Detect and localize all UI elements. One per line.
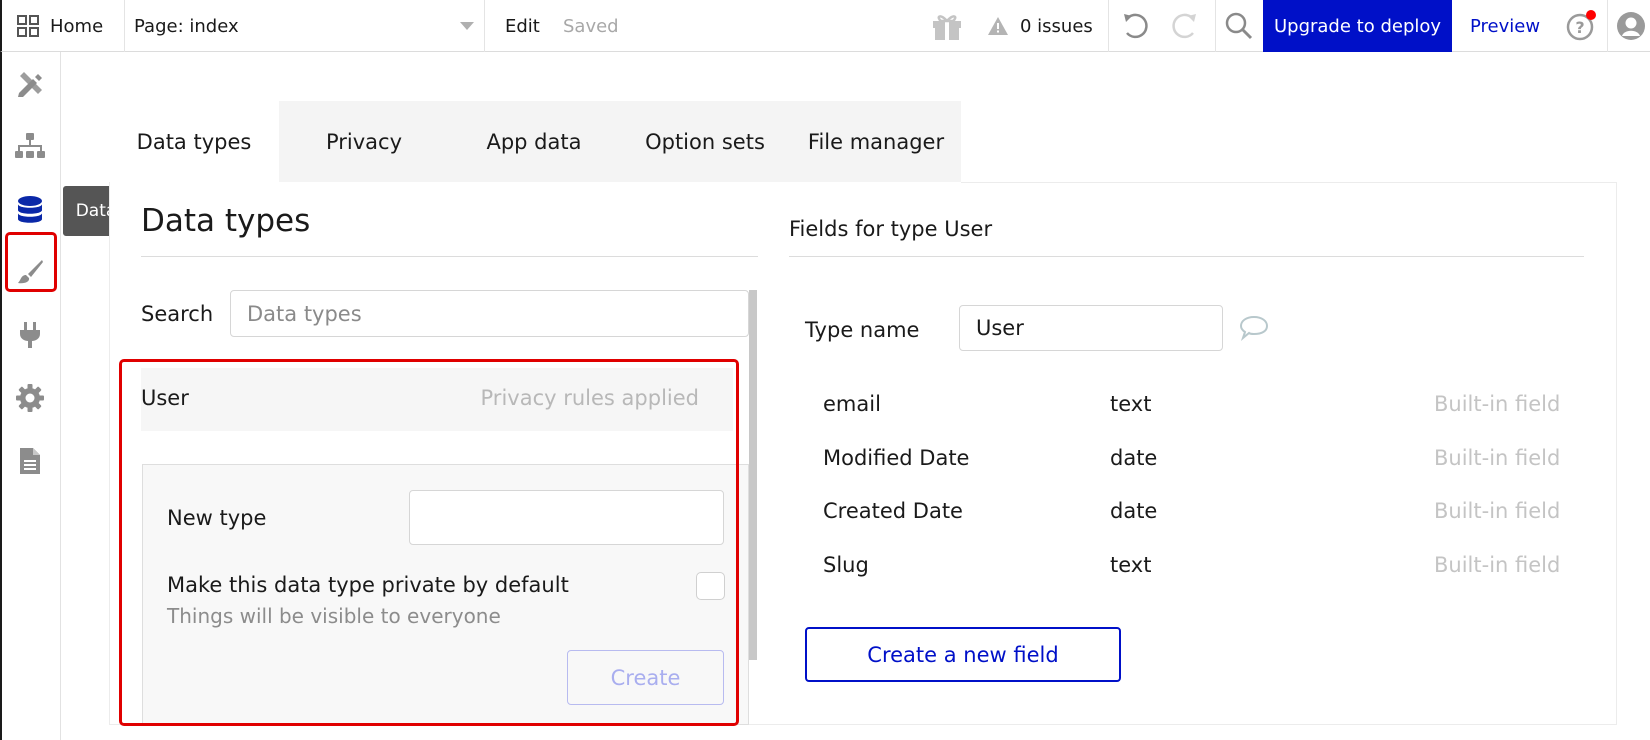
help-icon: ?	[1566, 10, 1596, 41]
home-button[interactable]: Home	[16, 0, 103, 52]
type-name-label: Type name	[805, 318, 920, 342]
rail-item-workflow[interactable]	[14, 130, 46, 162]
field-type: text	[1110, 392, 1152, 416]
new-type-label: New type	[167, 506, 267, 530]
field-type: date	[1110, 446, 1158, 470]
field-row[interactable]: Created Date date Built-in field	[823, 499, 1583, 539]
sitemap-icon	[15, 133, 45, 158]
redo-button[interactable]	[1171, 0, 1199, 52]
undo-icon	[1124, 13, 1148, 39]
field-row[interactable]: Modified Date date Built-in field	[823, 446, 1583, 486]
search-icon	[1225, 12, 1253, 40]
field-kind: Built-in field	[1434, 553, 1561, 577]
account-button[interactable]	[1616, 0, 1646, 52]
database-icon	[18, 196, 42, 223]
avatar-icon	[1617, 12, 1645, 40]
saved-label: Saved	[563, 15, 619, 37]
rail-item-plugins[interactable]	[14, 319, 46, 351]
preview-button[interactable]: Preview	[1470, 0, 1540, 52]
gift-button[interactable]	[930, 0, 964, 52]
home-label: Home	[50, 15, 104, 37]
private-default-hint: Things will be visible to everyone	[167, 604, 501, 628]
gear-icon	[16, 384, 44, 412]
tab-app-data[interactable]: App data	[449, 101, 619, 182]
tab-file-manager[interactable]: File manager	[791, 101, 961, 182]
field-type: date	[1110, 499, 1158, 523]
field-row[interactable]: email text Built-in field	[823, 392, 1583, 432]
field-kind: Built-in field	[1434, 446, 1561, 470]
search-button[interactable]	[1224, 0, 1254, 52]
rail-item-styles[interactable]	[14, 256, 46, 288]
panel-border	[961, 182, 1617, 183]
upgrade-label: Upgrade to deploy	[1273, 15, 1442, 37]
preview-label: Preview	[1470, 15, 1541, 37]
edit-label: Edit	[505, 15, 540, 37]
private-default-checkbox[interactable]	[696, 572, 725, 600]
dropdown-arrow-icon	[460, 22, 474, 30]
field-name: email	[823, 392, 881, 416]
top-bar: Home Page: index Edit Saved 0 issues Upg…	[0, 0, 1650, 52]
field-name: Modified Date	[823, 446, 970, 470]
new-type-input[interactable]	[409, 490, 724, 545]
tab-option-sets[interactable]: Option sets	[619, 101, 791, 182]
field-name: Slug	[823, 553, 869, 577]
warning-icon	[988, 17, 1008, 35]
help-button[interactable]: ?	[1565, 0, 1599, 52]
fields-title: Fields for type User	[789, 217, 993, 241]
field-name: Created Date	[823, 499, 963, 523]
rail-item-settings[interactable]	[14, 382, 46, 414]
edit-menu[interactable]: Edit	[505, 0, 540, 52]
data-types-title: Data types	[141, 203, 311, 239]
tab-privacy[interactable]: Privacy	[279, 101, 449, 182]
plug-icon	[20, 322, 40, 348]
paintbrush-icon	[18, 260, 43, 284]
svg-text:?: ?	[1575, 18, 1584, 37]
search-label: Search	[141, 302, 214, 326]
gift-icon	[933, 15, 961, 40]
issues-label: 0 issues	[1020, 15, 1093, 37]
divider	[141, 256, 758, 257]
document-icon	[20, 448, 40, 474]
notification-dot	[1586, 10, 1596, 20]
divider	[789, 256, 1584, 257]
field-kind: Built-in field	[1434, 499, 1561, 523]
create-type-button[interactable]: Create	[567, 650, 724, 705]
tab-data-types[interactable]: Data types	[109, 101, 279, 182]
data-type-name: User	[141, 386, 189, 410]
left-sidebar	[0, 52, 61, 740]
tab-bar: Data types Privacy App data Option sets …	[109, 101, 961, 182]
rail-item-design[interactable]	[14, 68, 46, 100]
comment-icon[interactable]	[1238, 314, 1270, 342]
rail-item-logs[interactable]	[14, 445, 46, 477]
redo-icon	[1172, 13, 1196, 39]
field-row[interactable]: Slug text Built-in field	[823, 553, 1583, 593]
field-type: text	[1110, 553, 1152, 577]
undo-button[interactable]	[1121, 0, 1149, 52]
private-default-label: Make this data type private by default	[167, 573, 569, 597]
design-tools-icon	[18, 72, 42, 97]
upgrade-to-deploy-button[interactable]: Upgrade to deploy	[1263, 0, 1452, 52]
grid-icon	[17, 15, 39, 37]
search-input[interactable]	[230, 290, 749, 337]
page-selector[interactable]: Page: index	[134, 0, 474, 52]
saved-status: Saved	[563, 0, 619, 52]
privacy-status: Privacy rules applied	[480, 386, 699, 410]
field-kind: Built-in field	[1434, 392, 1561, 416]
type-name-input[interactable]	[959, 305, 1223, 351]
list-scrollbar[interactable]	[749, 290, 757, 660]
issues-indicator[interactable]: 0 issues	[988, 0, 1093, 52]
page-selector-value: Page: index	[134, 15, 239, 37]
data-type-row[interactable]: User Privacy rules applied	[141, 368, 733, 431]
rail-item-data[interactable]	[14, 194, 46, 226]
create-new-field-button[interactable]: Create a new field	[805, 627, 1121, 682]
